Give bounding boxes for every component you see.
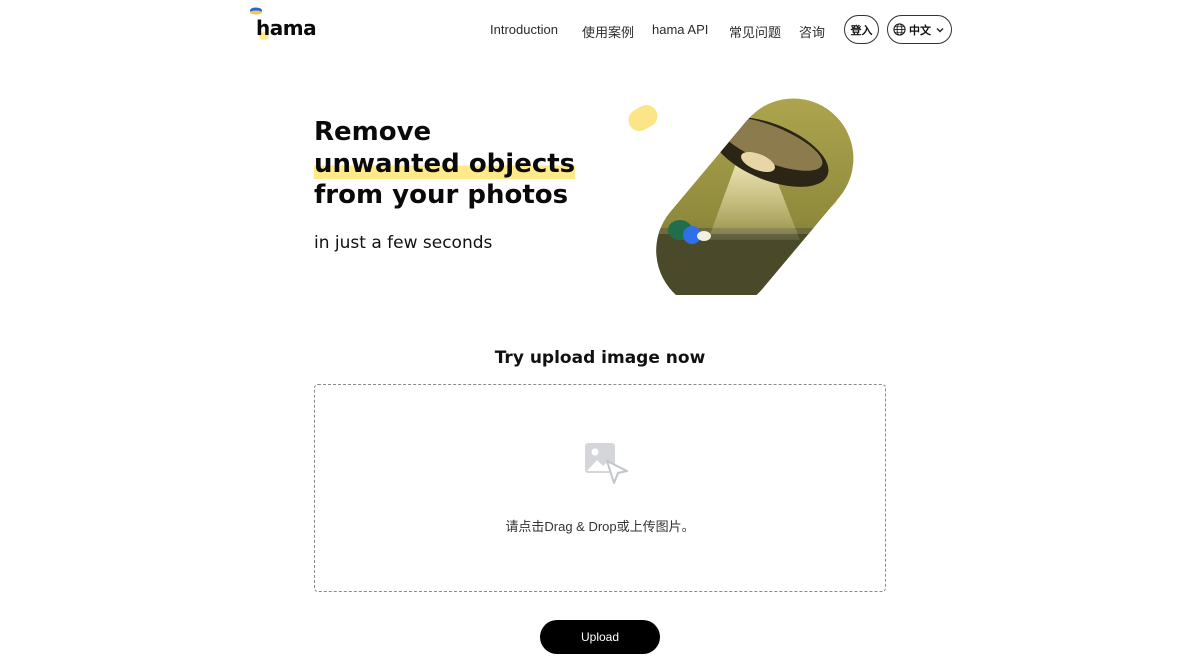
site-header: hama Introduction 使用案例 hama API 常见问题 咨询 …	[0, 0, 1200, 60]
hero-subtitle: in just a few seconds	[314, 233, 493, 253]
hero-illustration	[620, 80, 890, 295]
language-label: 中文	[909, 24, 931, 37]
brand-name: hama	[256, 16, 317, 40]
hero-title-line-3: from your photos	[314, 180, 569, 210]
chevron-down-icon	[936, 27, 944, 32]
dropzone-instructions: 请点击Drag & Drop或上传图片。	[505, 519, 695, 534]
nav-faq[interactable]: 常见问题	[729, 22, 781, 41]
nav-introduction[interactable]: Introduction	[490, 22, 558, 37]
hero-title: Remove unwanted objects from your photos	[314, 117, 576, 212]
nav-api[interactable]: hama API	[652, 22, 708, 37]
nav-contact[interactable]: 咨询	[799, 22, 825, 41]
hero-title-line-1: Remove	[314, 117, 432, 147]
upload-heading: Try upload image now	[494, 348, 706, 368]
upload-button[interactable]: Upload	[540, 620, 660, 654]
image-dropzone[interactable]: 请点击Drag & Drop或上传图片。	[314, 384, 886, 592]
nav-use-cases[interactable]: 使用案例	[582, 22, 634, 41]
login-button[interactable]: 登入	[844, 15, 879, 44]
globe-icon	[893, 23, 906, 36]
image-upload-icon	[585, 443, 628, 484]
language-selector[interactable]: 中文	[887, 15, 952, 44]
hero-title-highlight: unwanted objects	[314, 148, 576, 179]
